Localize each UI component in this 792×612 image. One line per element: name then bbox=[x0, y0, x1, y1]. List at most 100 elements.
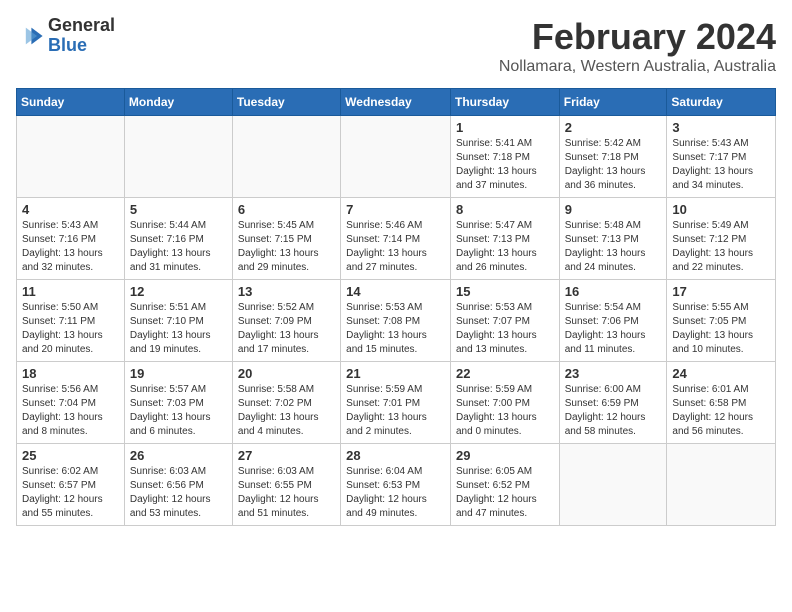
day-number: 7 bbox=[346, 202, 445, 217]
calendar-cell: 27 Sunrise: 6:03 AM Sunset: 6:55 PM Dayli… bbox=[232, 444, 340, 526]
calendar-cell: 20 Sunrise: 5:58 AM Sunset: 7:02 PM Dayli… bbox=[232, 362, 340, 444]
calendar-cell: 17 Sunrise: 5:55 AM Sunset: 7:05 PM Dayli… bbox=[667, 280, 776, 362]
day-number: 10 bbox=[672, 202, 770, 217]
day-number: 17 bbox=[672, 284, 770, 299]
calendar-header-wednesday: Wednesday bbox=[341, 89, 451, 116]
logo: General Blue bbox=[16, 16, 115, 56]
day-info: Sunrise: 5:45 AM Sunset: 7:15 PM Dayligh… bbox=[238, 219, 335, 275]
calendar-cell: 8 Sunrise: 5:47 AM Sunset: 7:13 PM Daylig… bbox=[450, 198, 559, 280]
calendar-cell bbox=[232, 116, 340, 198]
day-number: 5 bbox=[130, 202, 227, 217]
calendar-cell: 4 Sunrise: 5:43 AM Sunset: 7:16 PM Daylig… bbox=[17, 198, 125, 280]
logo-blue: Blue bbox=[48, 36, 115, 56]
day-info: Sunrise: 5:44 AM Sunset: 7:16 PM Dayligh… bbox=[130, 219, 227, 275]
calendar-header-row: SundayMondayTuesdayWednesdayThursdayFrid… bbox=[17, 89, 776, 116]
calendar-cell: 3 Sunrise: 5:43 AM Sunset: 7:17 PM Daylig… bbox=[667, 116, 776, 198]
calendar-cell bbox=[559, 444, 667, 526]
day-info: Sunrise: 5:55 AM Sunset: 7:05 PM Dayligh… bbox=[672, 301, 770, 357]
day-number: 21 bbox=[346, 366, 445, 381]
day-number: 25 bbox=[22, 448, 119, 463]
day-info: Sunrise: 6:03 AM Sunset: 6:55 PM Dayligh… bbox=[238, 465, 335, 521]
calendar-week-row: 4 Sunrise: 5:43 AM Sunset: 7:16 PM Daylig… bbox=[17, 198, 776, 280]
logo-text: General Blue bbox=[48, 16, 115, 56]
day-number: 28 bbox=[346, 448, 445, 463]
calendar-cell: 7 Sunrise: 5:46 AM Sunset: 7:14 PM Daylig… bbox=[341, 198, 451, 280]
day-number: 19 bbox=[130, 366, 227, 381]
day-number: 15 bbox=[456, 284, 554, 299]
calendar-header-saturday: Saturday bbox=[667, 89, 776, 116]
calendar-cell: 29 Sunrise: 6:05 AM Sunset: 6:52 PM Dayli… bbox=[450, 444, 559, 526]
calendar-header-friday: Friday bbox=[559, 89, 667, 116]
day-info: Sunrise: 5:56 AM Sunset: 7:04 PM Dayligh… bbox=[22, 383, 119, 439]
day-number: 24 bbox=[672, 366, 770, 381]
calendar-header-monday: Monday bbox=[124, 89, 232, 116]
day-number: 27 bbox=[238, 448, 335, 463]
calendar-cell: 10 Sunrise: 5:49 AM Sunset: 7:12 PM Dayli… bbox=[667, 198, 776, 280]
calendar-week-row: 25 Sunrise: 6:02 AM Sunset: 6:57 PM Dayli… bbox=[17, 444, 776, 526]
day-info: Sunrise: 5:47 AM Sunset: 7:13 PM Dayligh… bbox=[456, 219, 554, 275]
day-number: 1 bbox=[456, 120, 554, 135]
day-number: 4 bbox=[22, 202, 119, 217]
day-info: Sunrise: 6:04 AM Sunset: 6:53 PM Dayligh… bbox=[346, 465, 445, 521]
calendar-cell: 12 Sunrise: 5:51 AM Sunset: 7:10 PM Dayli… bbox=[124, 280, 232, 362]
calendar-cell: 2 Sunrise: 5:42 AM Sunset: 7:18 PM Daylig… bbox=[559, 116, 667, 198]
calendar-cell bbox=[667, 444, 776, 526]
day-info: Sunrise: 5:43 AM Sunset: 7:17 PM Dayligh… bbox=[672, 137, 770, 193]
title-section: February 2024 Nollamara, Western Austral… bbox=[499, 16, 776, 76]
calendar-cell: 24 Sunrise: 6:01 AM Sunset: 6:58 PM Dayli… bbox=[667, 362, 776, 444]
calendar-cell: 16 Sunrise: 5:54 AM Sunset: 7:06 PM Dayli… bbox=[559, 280, 667, 362]
calendar-cell: 11Sunrise: 5:50 AM Sunset: 7:11 PM Dayli… bbox=[17, 280, 125, 362]
calendar-week-row: 1 Sunrise: 5:41 AM Sunset: 7:18 PM Daylig… bbox=[17, 116, 776, 198]
day-number: 22 bbox=[456, 366, 554, 381]
calendar-cell: 22Sunrise: 5:59 AM Sunset: 7:00 PM Dayli… bbox=[450, 362, 559, 444]
day-info: Sunrise: 6:03 AM Sunset: 6:56 PM Dayligh… bbox=[130, 465, 227, 521]
day-info: Sunrise: 6:01 AM Sunset: 6:58 PM Dayligh… bbox=[672, 383, 770, 439]
calendar-cell: 28 Sunrise: 6:04 AM Sunset: 6:53 PM Dayli… bbox=[341, 444, 451, 526]
location-title: Nollamara, Western Australia, Australia bbox=[499, 58, 776, 76]
day-info: Sunrise: 5:46 AM Sunset: 7:14 PM Dayligh… bbox=[346, 219, 445, 275]
calendar-cell: 1 Sunrise: 5:41 AM Sunset: 7:18 PM Daylig… bbox=[450, 116, 559, 198]
day-info: Sunrise: 5:53 AM Sunset: 7:08 PM Dayligh… bbox=[346, 301, 445, 357]
calendar-header-tuesday: Tuesday bbox=[232, 89, 340, 116]
day-number: 12 bbox=[130, 284, 227, 299]
day-info: Sunrise: 5:49 AM Sunset: 7:12 PM Dayligh… bbox=[672, 219, 770, 275]
day-number: 3 bbox=[672, 120, 770, 135]
month-title: February 2024 bbox=[499, 16, 776, 58]
logo-general: General bbox=[48, 16, 115, 36]
calendar-cell: 19 Sunrise: 5:57 AM Sunset: 7:03 PM Dayli… bbox=[124, 362, 232, 444]
calendar-week-row: 11Sunrise: 5:50 AM Sunset: 7:11 PM Dayli… bbox=[17, 280, 776, 362]
calendar-cell: 15Sunrise: 5:53 AM Sunset: 7:07 PM Dayli… bbox=[450, 280, 559, 362]
day-info: Sunrise: 5:51 AM Sunset: 7:10 PM Dayligh… bbox=[130, 301, 227, 357]
day-number: 18 bbox=[22, 366, 119, 381]
calendar-cell: 23 Sunrise: 6:00 AM Sunset: 6:59 PM Dayli… bbox=[559, 362, 667, 444]
calendar-cell bbox=[341, 116, 451, 198]
calendar-cell: 26Sunrise: 6:03 AM Sunset: 6:56 PM Dayli… bbox=[124, 444, 232, 526]
day-info: Sunrise: 6:02 AM Sunset: 6:57 PM Dayligh… bbox=[22, 465, 119, 521]
day-number: 8 bbox=[456, 202, 554, 217]
day-info: Sunrise: 5:57 AM Sunset: 7:03 PM Dayligh… bbox=[130, 383, 227, 439]
day-number: 29 bbox=[456, 448, 554, 463]
calendar-cell: 21 Sunrise: 5:59 AM Sunset: 7:01 PM Dayli… bbox=[341, 362, 451, 444]
day-info: Sunrise: 5:54 AM Sunset: 7:06 PM Dayligh… bbox=[565, 301, 662, 357]
day-number: 23 bbox=[565, 366, 662, 381]
day-info: Sunrise: 5:42 AM Sunset: 7:18 PM Dayligh… bbox=[565, 137, 662, 193]
calendar-cell: 5 Sunrise: 5:44 AM Sunset: 7:16 PM Daylig… bbox=[124, 198, 232, 280]
header: General Blue February 2024 Nollamara, We… bbox=[16, 16, 776, 76]
day-info: Sunrise: 5:58 AM Sunset: 7:02 PM Dayligh… bbox=[238, 383, 335, 439]
calendar-cell: 25 Sunrise: 6:02 AM Sunset: 6:57 PM Dayli… bbox=[17, 444, 125, 526]
day-info: Sunrise: 5:48 AM Sunset: 7:13 PM Dayligh… bbox=[565, 219, 662, 275]
day-info: Sunrise: 5:52 AM Sunset: 7:09 PM Dayligh… bbox=[238, 301, 335, 357]
day-number: 2 bbox=[565, 120, 662, 135]
day-info: Sunrise: 6:05 AM Sunset: 6:52 PM Dayligh… bbox=[456, 465, 554, 521]
day-info: Sunrise: 5:59 AM Sunset: 7:01 PM Dayligh… bbox=[346, 383, 445, 439]
day-info: Sunrise: 5:43 AM Sunset: 7:16 PM Dayligh… bbox=[22, 219, 119, 275]
day-number: 20 bbox=[238, 366, 335, 381]
calendar-cell: 14Sunrise: 5:53 AM Sunset: 7:08 PM Dayli… bbox=[341, 280, 451, 362]
calendar-header-thursday: Thursday bbox=[450, 89, 559, 116]
day-info: Sunrise: 6:00 AM Sunset: 6:59 PM Dayligh… bbox=[565, 383, 662, 439]
day-info: Sunrise: 5:41 AM Sunset: 7:18 PM Dayligh… bbox=[456, 137, 554, 193]
day-number: 9 bbox=[565, 202, 662, 217]
calendar-table: SundayMondayTuesdayWednesdayThursdayFrid… bbox=[16, 88, 776, 526]
day-number: 16 bbox=[565, 284, 662, 299]
calendar-cell bbox=[17, 116, 125, 198]
